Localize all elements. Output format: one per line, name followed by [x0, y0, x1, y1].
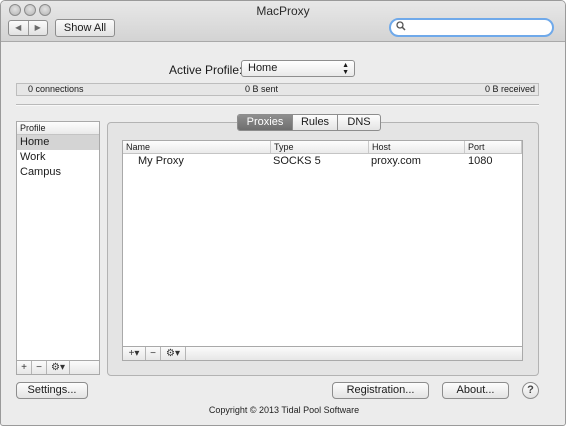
divider [16, 104, 539, 106]
about-button[interactable]: About... [442, 382, 509, 399]
bytes-received: 0 B received [484, 84, 535, 94]
search-field[interactable] [389, 18, 554, 37]
profile-item-work[interactable]: Work [17, 150, 99, 165]
connection-status-bar: 0 connections 0 B sent 0 B received [16, 83, 539, 96]
select-arrows-icon: ▲ ▼ [342, 62, 349, 76]
add-proxy-button[interactable]: +▾ [123, 347, 146, 360]
column-host[interactable]: Host [369, 141, 465, 153]
profile-list-toolbar: + − ⚙▾ [16, 361, 100, 375]
settings-button[interactable]: Settings... [16, 382, 88, 399]
table-row[interactable]: My Proxy SOCKS 5 proxy.com 1080 [123, 154, 522, 169]
profile-item-campus[interactable]: Campus [17, 165, 99, 180]
remove-proxy-button[interactable]: − [146, 347, 161, 360]
remove-profile-button[interactable]: − [32, 361, 47, 374]
proxy-type-cell: SOCKS 5 [273, 155, 321, 167]
tab-rules[interactable]: Rules [293, 115, 338, 130]
magnifier-icon [396, 21, 406, 34]
tab-proxies[interactable]: Proxies [238, 115, 293, 130]
proxy-table-toolbar: +▾ − ⚙▾ [122, 347, 523, 361]
back-forward-control: ◀ ▶ [8, 20, 48, 36]
profile-item-home[interactable]: Home [17, 135, 99, 150]
active-profile-value: Home [248, 62, 278, 74]
proxy-table-header: Name Type Host Port [123, 141, 522, 154]
bytes-sent: 0 B sent [245, 84, 279, 94]
app-window: MacProxy ◀ ▶ Show All Active Profile: Ho… [0, 0, 566, 426]
help-button[interactable]: ? [522, 382, 539, 399]
title-bar: MacProxy ◀ ▶ Show All [1, 1, 565, 42]
proxy-table: Name Type Host Port My Proxy SOCKS 5 pro… [122, 140, 523, 347]
profile-list: Profile Home Work Campus [16, 121, 100, 361]
settings-tabs: Proxies Rules DNS [237, 114, 381, 131]
connections-count: 0 connections [28, 84, 84, 94]
proxy-port-cell: 1080 [468, 155, 493, 167]
profile-list-header[interactable]: Profile [17, 122, 99, 135]
copyright-text: Copyright © 2013 Tidal Pool Software [208, 405, 360, 415]
proxy-host-cell: proxy.com [371, 155, 421, 167]
active-profile-label: Active Profile: [169, 63, 243, 77]
forward-arrow-icon[interactable]: ▶ [29, 21, 48, 35]
column-type[interactable]: Type [271, 141, 369, 153]
add-profile-button[interactable]: + [17, 361, 32, 374]
column-port[interactable]: Port [465, 141, 522, 153]
back-arrow-icon[interactable]: ◀ [9, 21, 29, 35]
column-name[interactable]: Name [123, 141, 271, 153]
show-all-button[interactable]: Show All [55, 19, 115, 37]
proxy-name-cell: My Proxy [138, 155, 184, 167]
proxy-gear-menu-button[interactable]: ⚙▾ [161, 347, 186, 360]
tab-dns[interactable]: DNS [338, 115, 380, 130]
active-profile-select[interactable]: Home ▲ ▼ [241, 60, 355, 77]
registration-button[interactable]: Registration... [332, 382, 429, 399]
profile-gear-menu-button[interactable]: ⚙▾ [47, 361, 70, 374]
window-title: MacProxy [256, 4, 310, 18]
